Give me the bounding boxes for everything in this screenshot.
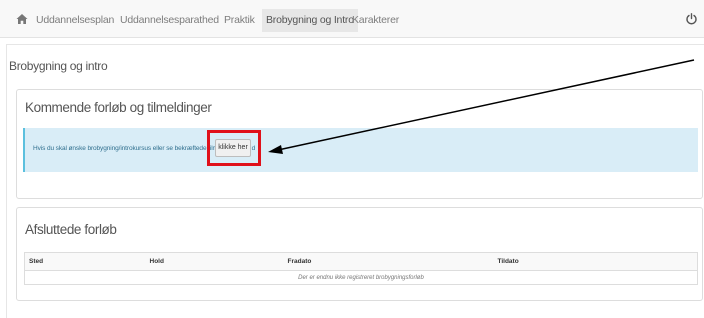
empty-table-message: Der er endnu ikke registreret brobygning… bbox=[298, 274, 424, 281]
nav-item-praktik[interactable]: Praktik bbox=[224, 14, 255, 26]
finished-courses-table: Sted Hold Fradato Tildato Der er endnu i… bbox=[24, 252, 698, 285]
finished-courses-panel: Afsluttede forløb Sted Hold Fradato Tild… bbox=[16, 207, 703, 301]
column-header-sted: Sted bbox=[24, 252, 146, 271]
info-alert: Hvis du skal ønske brobygning/introkursu… bbox=[23, 128, 698, 172]
nav-item-uddannelsesplan[interactable]: Uddannelsesplan bbox=[36, 14, 114, 26]
upcoming-courses-panel: Kommende forløb og tilmeldinger Hvis du … bbox=[16, 89, 703, 199]
finished-heading: Afsluttede forløb bbox=[25, 222, 117, 237]
power-icon[interactable] bbox=[686, 13, 697, 25]
highlight-box bbox=[207, 130, 261, 166]
column-header-tildato: Tildato bbox=[493, 252, 698, 271]
top-navbar: Uddannelsesplan Uddannelsesparathed Prak… bbox=[0, 0, 704, 38]
nav-item-karakterer[interactable]: Karakterer bbox=[352, 14, 399, 26]
page-title: Brobygning og intro bbox=[9, 59, 108, 73]
nav-item-uddannelsesparathed[interactable]: Uddannelsesparathed bbox=[120, 14, 219, 26]
page-content: Brobygning og intro Kommende forløb og t… bbox=[6, 44, 704, 318]
upcoming-heading: Kommende forløb og tilmeldinger bbox=[25, 100, 212, 115]
table-header-row: Sted Hold Fradato Tildato bbox=[24, 252, 698, 271]
column-header-fradato: Fradato bbox=[283, 252, 494, 271]
home-icon[interactable] bbox=[16, 13, 28, 25]
nav-item-brobygning-og-intro[interactable]: Brobygning og Intro bbox=[262, 9, 358, 32]
column-header-hold: Hold bbox=[145, 252, 284, 271]
table-row: Der er endnu ikke registreret brobygning… bbox=[25, 271, 698, 285]
